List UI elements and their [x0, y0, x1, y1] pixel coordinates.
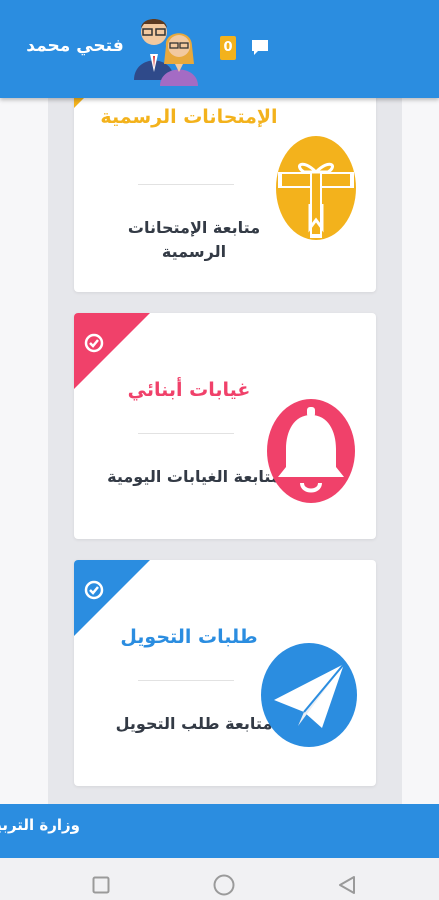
system-nav-bar [0, 858, 439, 900]
app-header: فتحي محمد 0 [0, 0, 439, 98]
home-icon[interactable] [213, 874, 235, 896]
page-background-left [0, 98, 48, 804]
card-divider [138, 433, 234, 434]
parents-avatar-icon[interactable] [128, 10, 202, 88]
card-divider [138, 184, 234, 185]
card-subtitle: متابعة الغيابات اليومية [107, 467, 281, 486]
chat-icon[interactable] [250, 37, 270, 57]
card-subtitle: متابعة الإمتحانات الرسمية [127, 218, 261, 261]
card-absences[interactable]: غيابات أبنائي متابعة الغيابات اليومية [74, 313, 376, 539]
page-background-right [402, 98, 439, 804]
recent-apps-icon[interactable] [92, 876, 110, 894]
card-title: غيابات أبنائي [127, 379, 251, 401]
card-title: الإمتحانات الرسمية [100, 106, 278, 128]
gift-icon [276, 136, 356, 240]
card-transfer-requests[interactable]: طلبات التحويل متابعة طلب التحويل [74, 560, 376, 786]
paper-plane-icon [261, 643, 357, 747]
footer-ministry-text: وزارة التربية [0, 816, 80, 834]
back-icon[interactable] [338, 875, 356, 895]
footer-bar: وزارة التربية [0, 804, 439, 858]
card-title: طلبات التحويل [120, 626, 258, 648]
card-official-exams[interactable]: الإمتحانات الرسمية متابعة الإمتحانات الر… [74, 80, 376, 292]
notification-badge[interactable]: 0 [220, 36, 236, 60]
user-name: فتحي محمد [26, 36, 124, 56]
card-divider [138, 680, 234, 681]
bell-icon [267, 399, 355, 503]
